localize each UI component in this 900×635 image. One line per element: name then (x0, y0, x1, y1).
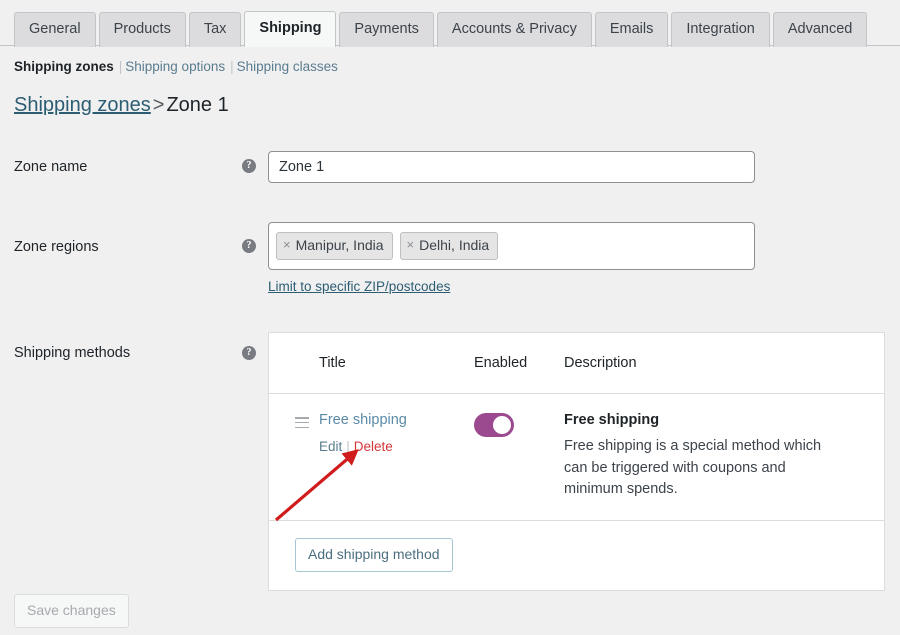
tab-payments[interactable]: Payments (339, 12, 433, 47)
save-changes-button[interactable]: Save changes (14, 594, 129, 628)
tab-list: General Products Tax Shipping Payments A… (14, 0, 900, 46)
tab-accounts-privacy[interactable]: Accounts & Privacy (437, 12, 592, 47)
region-chip-label: Delhi, India (419, 237, 489, 253)
settings-tab-bar: General Products Tax Shipping Payments A… (0, 0, 900, 46)
zone-regions-input[interactable]: × Manipur, India × Delhi, India (268, 222, 755, 270)
zone-name-row: Zone name ? (0, 151, 900, 211)
shipping-methods-label: Shipping methods (14, 345, 130, 361)
row-handle-cell (269, 412, 319, 500)
close-icon[interactable]: × (407, 238, 415, 253)
region-chip[interactable]: × Manipur, India (276, 232, 393, 259)
help-icon[interactable]: ? (242, 239, 256, 253)
column-header-enabled: Enabled (474, 355, 564, 371)
edit-link[interactable]: Edit (319, 439, 342, 454)
tab-label: General (29, 21, 81, 37)
delete-link[interactable]: Delete (354, 439, 393, 454)
row-description-cell: Free shipping Free shipping is a special… (564, 412, 884, 500)
shipping-subnav: Shipping zones|Shipping options|Shipping… (0, 46, 900, 74)
breadcrumb-current-zone: Zone 1 (166, 94, 228, 116)
row-enabled-cell (474, 412, 564, 500)
limit-zip-postcodes-link[interactable]: Limit to specific ZIP/postcodes (268, 279, 450, 294)
method-description-title: Free shipping (564, 412, 872, 429)
action-separator: | (342, 439, 354, 454)
table-row: Free shipping Edit|Delete Free shipping … (269, 394, 884, 521)
tab-tax[interactable]: Tax (189, 12, 242, 47)
drag-handle-icon[interactable] (295, 417, 309, 428)
tab-integration[interactable]: Integration (671, 12, 770, 47)
breadcrumb-link-shipping-zones[interactable]: Shipping zones (14, 94, 151, 116)
help-icon[interactable]: ? (242, 159, 256, 173)
zone-name-input[interactable] (268, 151, 755, 183)
region-chip[interactable]: × Delhi, India (400, 232, 499, 259)
zone-regions-label: Zone regions (14, 239, 99, 255)
save-changes-area: Save changes (14, 594, 129, 628)
column-header-title: Title (319, 355, 474, 371)
table-header-row: Title Enabled Description (269, 333, 884, 394)
enabled-toggle[interactable] (474, 413, 514, 437)
tab-emails[interactable]: Emails (595, 12, 669, 47)
tab-label: Integration (686, 21, 755, 37)
column-header-description: Description (564, 355, 884, 371)
zone-name-label: Zone name (14, 159, 87, 175)
subnav-item-shipping-zones[interactable]: Shipping zones (14, 59, 114, 74)
tab-label: Products (114, 21, 171, 37)
tab-label: Tax (204, 21, 227, 37)
tab-advanced[interactable]: Advanced (773, 12, 868, 47)
row-title-cell: Free shipping Edit|Delete (319, 412, 474, 500)
help-icon[interactable]: ? (242, 346, 256, 360)
table-footer: Add shipping method (269, 521, 884, 590)
tab-products[interactable]: Products (99, 12, 186, 47)
tab-label: Advanced (788, 21, 853, 37)
tab-shipping[interactable]: Shipping (244, 11, 336, 47)
region-chip-label: Manipur, India (296, 237, 384, 253)
row-actions: Edit|Delete (319, 439, 474, 455)
method-title-link[interactable]: Free shipping (319, 412, 474, 429)
tab-label: Emails (610, 21, 654, 37)
close-icon[interactable]: × (283, 238, 291, 253)
tab-label: Shipping (259, 20, 321, 36)
zone-regions-row: Zone regions ? × Manipur, India × Delhi, I… (0, 222, 900, 322)
method-description-body: Free shipping is a special method which … (564, 436, 844, 500)
subnav-separator: | (225, 59, 237, 74)
breadcrumb: Shipping zones>Zone 1 (0, 74, 900, 117)
tab-label: Accounts & Privacy (452, 21, 577, 37)
toggle-knob (493, 416, 511, 434)
tab-label: Payments (354, 21, 418, 37)
breadcrumb-separator: > (151, 94, 167, 116)
add-shipping-method-button[interactable]: Add shipping method (295, 538, 453, 572)
subnav-separator: | (114, 59, 126, 74)
tab-general[interactable]: General (14, 12, 96, 47)
subnav-item-shipping-classes[interactable]: Shipping classes (237, 59, 338, 74)
shipping-methods-table: Title Enabled Description Free shipping … (268, 332, 885, 591)
subnav-item-shipping-options[interactable]: Shipping options (125, 59, 225, 74)
